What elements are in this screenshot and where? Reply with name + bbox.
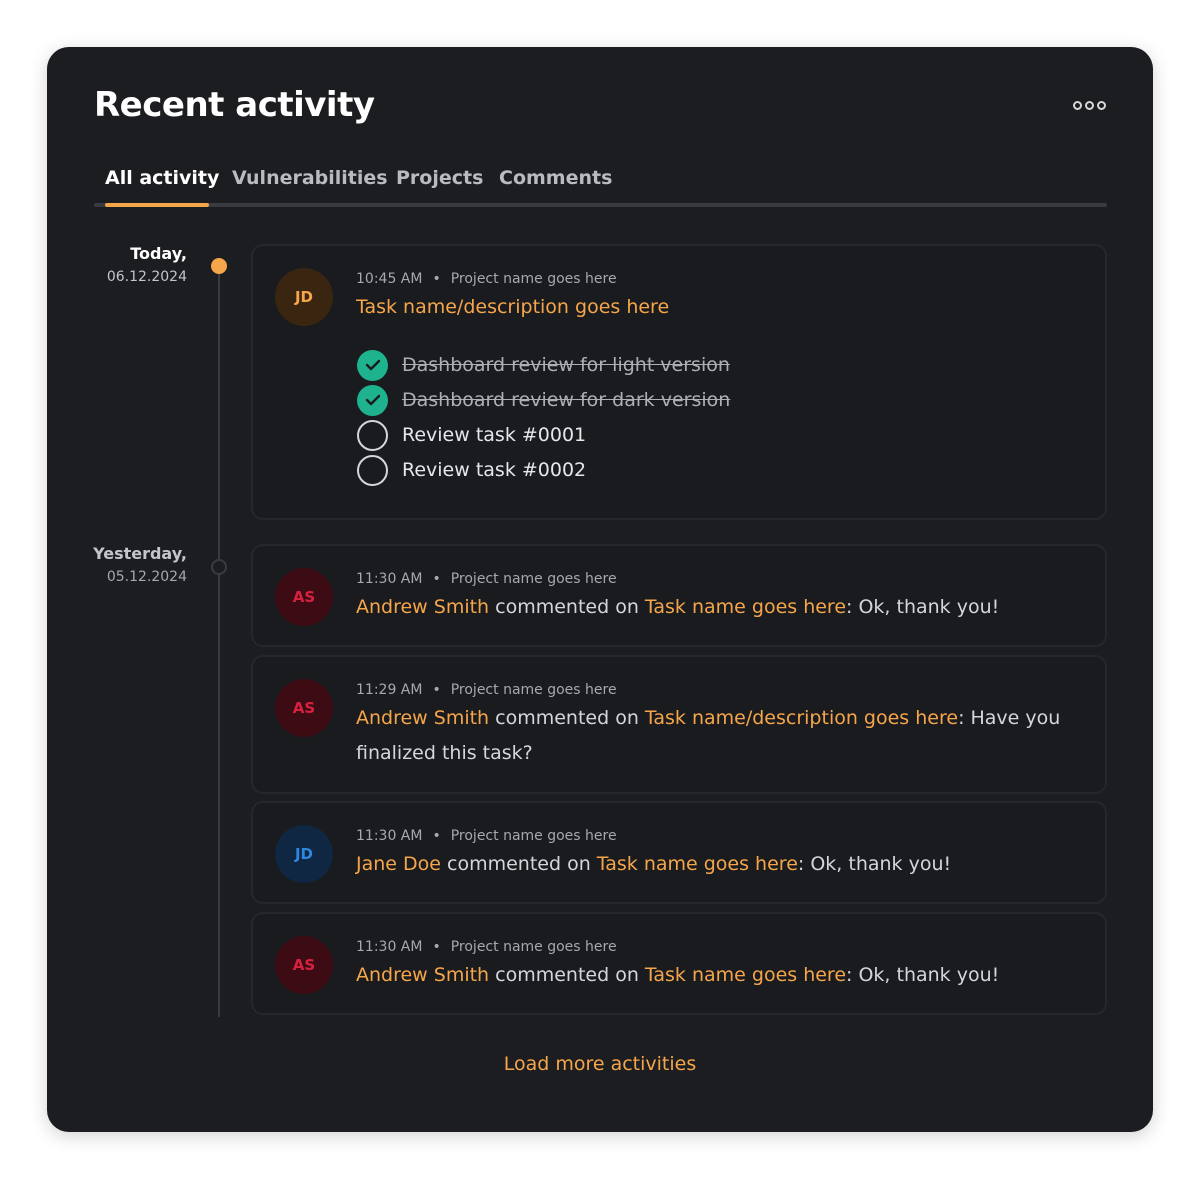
checklist-item[interactable]: Review task #0002 (357, 454, 586, 486)
activity-item-comment: JD 11:30 AM • Project name goes here Jan… (251, 801, 1107, 904)
checkbox-empty-icon[interactable] (357, 419, 388, 451)
comment-text: : Ok, thank you! (797, 853, 952, 875)
activity-time: 11:29 AM (356, 682, 423, 698)
tab-active-indicator (105, 203, 209, 207)
tab-bar: All activity Vulnerabilities Projects Co… (94, 154, 1107, 210)
user-link[interactable]: Jane Doe (356, 853, 441, 875)
activity-project: Project name goes here (450, 571, 617, 587)
activity-meta: 11:29 AM • Project name goes here (356, 682, 617, 698)
activity-verb: commented on (489, 596, 645, 618)
meta-separator: • (432, 939, 441, 955)
task-link[interactable]: Task name goes here (597, 853, 798, 875)
activity-project: Project name goes here (450, 271, 617, 287)
checkbox-checked-icon[interactable] (357, 349, 388, 381)
timeline-line (218, 267, 220, 1017)
meta-separator: • (432, 828, 441, 844)
checklist-label: Dashboard review for light version (402, 354, 730, 376)
task-link[interactable]: Task name goes here (645, 596, 846, 618)
tab-track (94, 203, 1107, 207)
page-title: Recent activity (94, 85, 375, 125)
activity-time: 11:30 AM (356, 939, 423, 955)
timeline-dot-today (211, 258, 227, 274)
tab-projects[interactable]: Projects (396, 154, 483, 202)
activity-text: Jane Doe commented on Task name goes her… (356, 847, 1069, 882)
checklist-item[interactable]: Review task #0001 (357, 419, 586, 451)
tab-vulnerabilities[interactable]: Vulnerabilities (232, 154, 388, 202)
day-label-yesterday: Yesterday, 05.12.2024 (93, 544, 187, 585)
checklist-label: Review task #0001 (402, 424, 587, 446)
recent-activity-card: Recent activity All activity Vulnerabili… (47, 47, 1153, 1132)
day-date: 06.12.2024 (106, 269, 187, 285)
checklist-item[interactable]: Dashboard review for light version (357, 349, 730, 381)
activity-item-comment: AS 11:30 AM • Project name goes here And… (251, 544, 1107, 647)
checklist-item[interactable]: Dashboard review for dark version (357, 384, 730, 416)
user-link[interactable]: Andrew Smith (356, 964, 489, 986)
activity-item-task: JD 10:45 AM • Project name goes here Tas… (251, 244, 1107, 520)
activity-project: Project name goes here (450, 682, 617, 698)
activity-meta: 10:45 AM • Project name goes here (356, 271, 617, 287)
activity-verb: commented on (489, 707, 645, 729)
load-more-button[interactable]: Load more activities (47, 1053, 1153, 1075)
activity-meta: 11:30 AM • Project name goes here (356, 828, 617, 844)
more-dots-icon[interactable] (1073, 98, 1107, 112)
meta-separator: • (432, 571, 441, 587)
activity-verb: commented on (489, 964, 645, 986)
user-link[interactable]: Andrew Smith (356, 596, 489, 618)
task-title-link[interactable]: Task name/description goes here (356, 290, 1069, 325)
timeline-dot-yesterday (211, 559, 227, 575)
activity-time: 11:30 AM (356, 571, 423, 587)
activity-item-comment: AS 11:29 AM • Project name goes here And… (251, 655, 1107, 794)
meta-separator: • (432, 271, 441, 287)
activity-project: Project name goes here (450, 828, 617, 844)
tab-comments[interactable]: Comments (499, 154, 612, 202)
task-link[interactable]: Task name goes here (645, 964, 846, 986)
activity-project: Project name goes here (450, 939, 617, 955)
checkbox-empty-icon[interactable] (357, 454, 388, 486)
activity-meta: 11:30 AM • Project name goes here (356, 571, 617, 587)
activity-verb: commented on (440, 853, 597, 875)
user-link[interactable]: Andrew Smith (356, 707, 489, 729)
tab-all-activity[interactable]: All activity (105, 154, 219, 202)
avatar: JD (275, 268, 333, 326)
activity-item-comment: AS 11:30 AM • Project name goes here And… (251, 912, 1107, 1015)
activity-text: Andrew Smith commented on Task name/desc… (356, 701, 1069, 771)
avatar: JD (275, 825, 333, 883)
avatar: AS (275, 679, 333, 737)
activity-text: Andrew Smith commented on Task name goes… (356, 590, 1069, 625)
activity-time: 10:45 AM (356, 271, 423, 287)
comment-text: : Ok, thank you! (846, 596, 1000, 618)
activity-meta: 11:30 AM • Project name goes here (356, 939, 617, 955)
checklist-label: Review task #0002 (402, 459, 587, 481)
avatar: AS (275, 936, 333, 994)
comment-text: : Ok, thank you! (846, 964, 1000, 986)
day-name: Yesterday, (93, 544, 187, 563)
checklist-label: Dashboard review for dark version (402, 389, 731, 411)
activity-time: 11:30 AM (356, 828, 423, 844)
day-date: 05.12.2024 (106, 569, 187, 585)
day-label-today: Today, 06.12.2024 (107, 244, 187, 285)
activity-text: Andrew Smith commented on Task name goes… (356, 958, 1069, 993)
day-name: Today, (130, 244, 187, 263)
checkbox-checked-icon[interactable] (357, 384, 388, 416)
avatar: AS (275, 568, 333, 626)
meta-separator: • (432, 682, 441, 698)
task-link[interactable]: Task name/description goes here (645, 707, 958, 729)
